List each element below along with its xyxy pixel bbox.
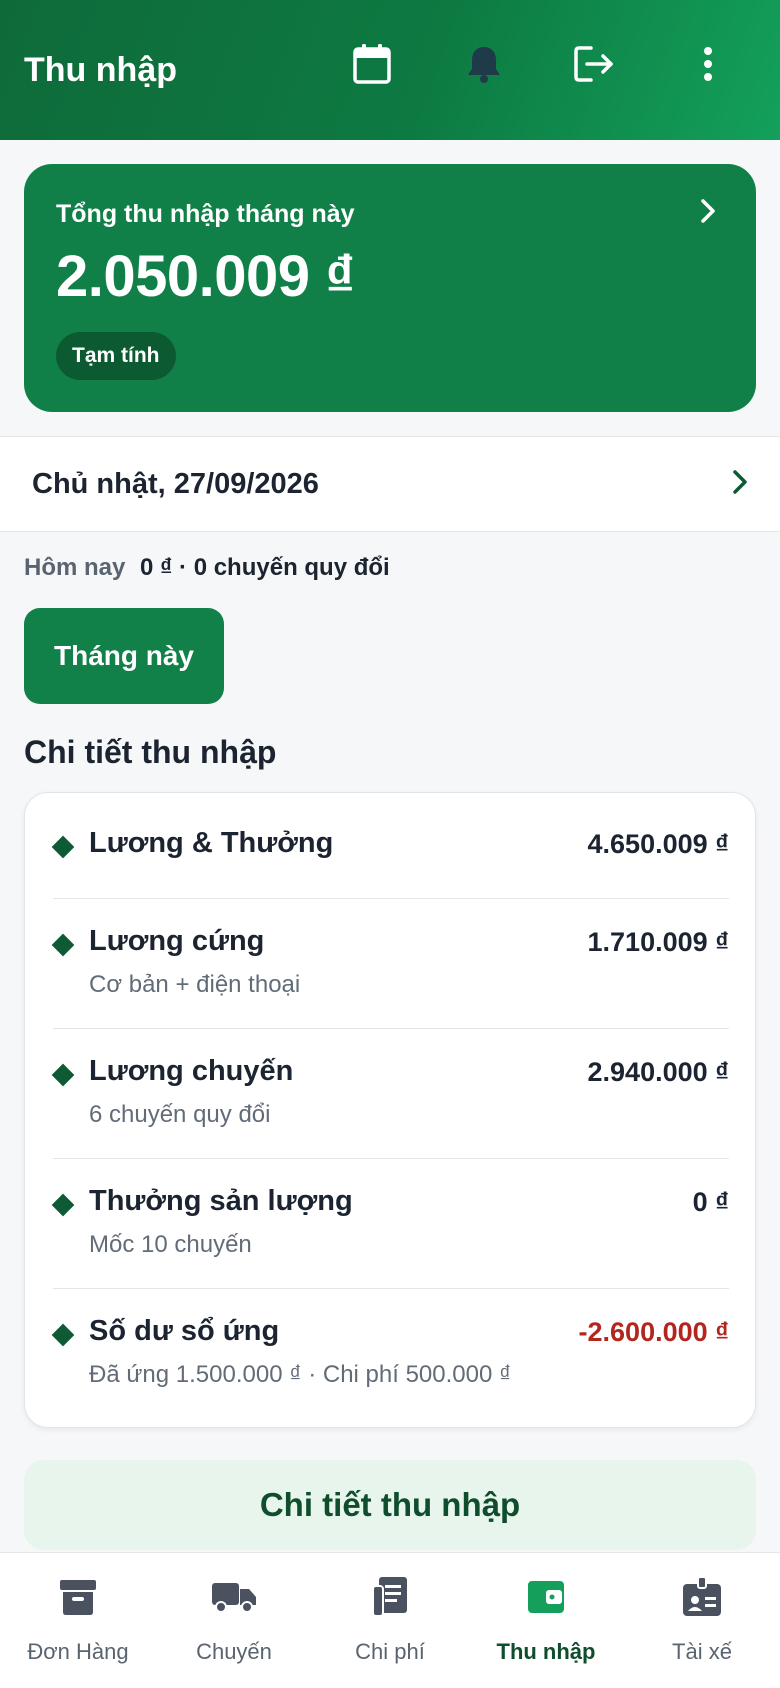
section-title: Chi tiết thu nhập bbox=[24, 734, 277, 770]
nav-label: Thu nhập bbox=[496, 1639, 596, 1664]
row-value: -2.600.000 ₫ bbox=[578, 1317, 729, 1347]
this-month-button[interactable]: Tháng này bbox=[24, 608, 224, 704]
today-summary: Hôm nay 0 ₫ · 0 chuyến quy đổi bbox=[24, 554, 390, 582]
id-badge-icon bbox=[678, 1573, 726, 1621]
diamond-bullet-icon bbox=[51, 1193, 75, 1217]
nav-label: Tài xế bbox=[672, 1639, 732, 1664]
bell-icon[interactable] bbox=[458, 38, 510, 90]
row-label: Lương & Thưởng bbox=[89, 827, 334, 859]
detail-row-volume-bonus: Thưởng sản lượng Mốc 10 chuyến 0 ₫ bbox=[51, 1159, 729, 1289]
row-sub: 6 chuyến quy đổi bbox=[89, 1101, 271, 1128]
today-label: Hôm nay bbox=[24, 554, 126, 581]
detail-row-advance-balance: Số dư sổ ứng Đã ứng 1.500.000 ₫ · Chi ph… bbox=[51, 1289, 729, 1429]
monthly-income-card[interactable]: Tổng thu nhập tháng này 2.050.009 ₫ Tạm … bbox=[24, 164, 756, 412]
truck-icon bbox=[210, 1573, 258, 1621]
today-value: 0 ₫ · 0 chuyến quy đổi bbox=[140, 554, 390, 581]
income-detail-card: Lương & Thưởng 4.650.009 ₫ Lương cứng Cơ… bbox=[24, 792, 756, 1428]
detail-row-base-salary: Lương cứng Cơ bản + điện thoại 1.710.009… bbox=[51, 899, 729, 1029]
archive-box-icon bbox=[54, 1573, 102, 1621]
row-label: Số dư sổ ứng bbox=[89, 1315, 280, 1347]
row-label: Lương cứng bbox=[89, 925, 265, 957]
row-value: 0 ₫ bbox=[692, 1187, 729, 1217]
chevron-right-icon bbox=[732, 469, 748, 500]
row-label: Thưởng sản lượng bbox=[89, 1185, 353, 1217]
row-sub: Mốc 10 chuyến bbox=[89, 1231, 252, 1258]
logout-icon[interactable] bbox=[568, 38, 620, 90]
nav-label: Chuyến bbox=[196, 1639, 272, 1664]
diamond-bullet-icon bbox=[51, 933, 75, 957]
receipt-icon bbox=[366, 1573, 414, 1621]
date-text: Chủ nhật, 27/09/2026 bbox=[32, 467, 319, 500]
detail-row-trip-salary: Lương chuyến 6 chuyến quy đổi 2.940.000 … bbox=[51, 1029, 729, 1159]
more-vertical-icon[interactable] bbox=[682, 38, 734, 90]
nav-item-orders[interactable]: Đơn Hàng bbox=[0, 1553, 156, 1688]
chevron-right-icon bbox=[700, 198, 716, 229]
summary-label: Tổng thu nhập tháng này bbox=[56, 200, 355, 228]
nav-item-income[interactable]: Thu nhập bbox=[468, 1553, 624, 1688]
date-selector[interactable]: Chủ nhật, 27/09/2026 bbox=[0, 436, 780, 532]
row-sub: Đã ứng 1.500.000 ₫ · Chi phí 500.000 ₫ bbox=[89, 1361, 512, 1388]
nav-item-trips[interactable]: Chuyến bbox=[156, 1553, 312, 1688]
status-badge: Tạm tính bbox=[56, 332, 176, 380]
row-value: 2.940.000 ₫ bbox=[587, 1057, 729, 1087]
nav-item-expenses[interactable]: Chi phí bbox=[312, 1553, 468, 1688]
detail-row-salary-bonus: Lương & Thưởng 4.650.009 ₫ bbox=[51, 793, 729, 899]
nav-item-driver[interactable]: Tài xế bbox=[624, 1553, 780, 1688]
row-value: 1.710.009 ₫ bbox=[587, 927, 729, 957]
calendar-icon[interactable] bbox=[346, 38, 398, 90]
income-detail-button[interactable]: Chi tiết thu nhập bbox=[24, 1460, 756, 1550]
diamond-bullet-icon bbox=[51, 1323, 75, 1347]
row-value: 4.650.009 ₫ bbox=[587, 829, 729, 859]
row-label: Lương chuyến bbox=[89, 1055, 294, 1087]
wallet-icon bbox=[522, 1573, 570, 1621]
row-sub: Cơ bản + điện thoại bbox=[89, 971, 301, 998]
bottom-nav: Đơn Hàng Chuyến Chi phí Thu nhập Tài xế bbox=[0, 1552, 780, 1688]
nav-label: Chi phí bbox=[355, 1639, 425, 1664]
nav-label: Đơn Hàng bbox=[27, 1639, 129, 1664]
summary-amount: 2.050.009 ₫ bbox=[56, 244, 355, 309]
diamond-bullet-icon bbox=[51, 1063, 75, 1087]
diamond-bullet-icon bbox=[51, 835, 75, 859]
